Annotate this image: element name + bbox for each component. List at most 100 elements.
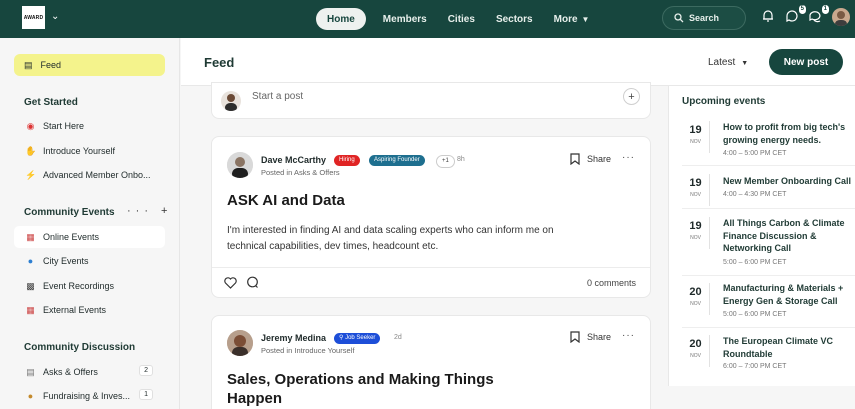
event-day: 19 bbox=[689, 177, 702, 189]
divider bbox=[682, 165, 855, 166]
sidebar-item-asks-offers[interactable]: ▤ Asks & Offers 2 bbox=[14, 361, 165, 383]
comment-icon[interactable] bbox=[246, 276, 259, 294]
event-title[interactable]: All Things Carbon & Climate Finance Disc… bbox=[723, 217, 855, 255]
post-title[interactable]: Sales, Operations and Making Things Happ… bbox=[227, 370, 494, 408]
sidebar-item-advanced-onboarding[interactable]: ⚡ Advanced Member Onbo... bbox=[14, 164, 165, 186]
money-bag-icon: ● bbox=[27, 391, 34, 401]
start-post-composer[interactable]: Start a post + bbox=[211, 82, 651, 119]
section-title-community-discussion: Community Discussion bbox=[24, 342, 136, 353]
feed-header: Feed Latest ▼ New post bbox=[181, 38, 855, 86]
plus-icon: + bbox=[628, 90, 635, 103]
nav-more[interactable]: More ▼ bbox=[545, 8, 599, 30]
event-title-line: Finance Discussion & bbox=[723, 230, 817, 241]
like-icon[interactable] bbox=[224, 276, 237, 294]
post-title-line: Sales, Operations and Making Things bbox=[227, 371, 494, 388]
posted-in[interactable]: Posted in Asks & Offers bbox=[261, 168, 340, 177]
post-title[interactable]: ASK AI and Data bbox=[227, 191, 345, 210]
sidebar-item-introduce-yourself[interactable]: ✋ Introduce Yourself bbox=[14, 140, 165, 162]
share-button[interactable]: Share bbox=[570, 153, 611, 165]
community-logo[interactable]: AWARD bbox=[22, 6, 45, 29]
event-date: 19 NOV bbox=[682, 121, 710, 153]
left-sidebar: ▤ Feed Get Started ◉ Start Here ✋ Introd… bbox=[0, 38, 180, 409]
posted-in[interactable]: Posted in Introduce Yourself bbox=[261, 346, 354, 355]
share-label: Share bbox=[587, 154, 612, 164]
event-day: 20 bbox=[689, 286, 702, 298]
event-title[interactable]: How to profit from big tech's growing en… bbox=[723, 121, 855, 146]
post-title-line: Happen bbox=[227, 390, 283, 407]
search-label: Search bbox=[689, 13, 720, 23]
nav-sectors[interactable]: Sectors bbox=[487, 8, 542, 30]
sidebar-item-city-events[interactable]: ● City Events bbox=[14, 250, 165, 272]
user-avatar[interactable] bbox=[832, 8, 850, 26]
author-avatar[interactable] bbox=[227, 330, 253, 356]
sidebar-item-external-events[interactable]: ▦ External Events bbox=[14, 299, 165, 321]
sidebar-item-label: External Events bbox=[43, 305, 107, 315]
sidebar-item-label: City Events bbox=[43, 256, 89, 266]
sidebar-item-label: Advanced Member Onbo... bbox=[43, 170, 151, 180]
sidebar-item-label: Asks & Offers bbox=[43, 367, 98, 377]
event-title-line: All Things Carbon & Climate bbox=[723, 218, 845, 228]
nav-cities[interactable]: Cities bbox=[439, 8, 484, 30]
divider bbox=[682, 327, 855, 328]
sidebar-item-label: Online Events bbox=[43, 232, 100, 242]
sidebar-item-start-here[interactable]: ◉ Start Here bbox=[14, 115, 165, 137]
search-button[interactable]: Search bbox=[662, 6, 746, 30]
bookmark-icon[interactable] bbox=[570, 331, 580, 343]
event-date: 19 NOV bbox=[682, 217, 710, 249]
chevron-down-icon: ▼ bbox=[741, 60, 749, 67]
target-icon: ◉ bbox=[26, 120, 35, 131]
event-title-line: The European Climate VC bbox=[723, 336, 834, 346]
event-time: 5:00 – 6:00 PM CET bbox=[723, 311, 787, 318]
nav-home[interactable]: Home bbox=[316, 8, 366, 30]
search-icon bbox=[674, 13, 684, 23]
chevron-down-icon: ▼ bbox=[581, 14, 590, 24]
bookmark-icon[interactable] bbox=[570, 153, 580, 165]
messages-badge: 1 bbox=[821, 5, 829, 14]
event-title[interactable]: New Member Onboarding Call bbox=[723, 175, 855, 188]
event-month: NOV bbox=[690, 353, 701, 359]
share-label: Share bbox=[587, 332, 612, 342]
share-button[interactable]: Share bbox=[570, 331, 611, 343]
event-month: NOV bbox=[690, 235, 701, 241]
messages-icon[interactable]: 1 bbox=[808, 5, 829, 25]
event-title-line: Roundtable bbox=[723, 348, 773, 359]
more-options-icon[interactable]: ··· bbox=[622, 152, 635, 163]
sidebar-item-feed[interactable]: ▤ Feed bbox=[14, 54, 165, 76]
event-title-line: New Member Onboarding Call bbox=[723, 176, 852, 186]
event-title-line: How to profit from big tech's bbox=[723, 122, 846, 132]
author-avatar[interactable] bbox=[227, 152, 253, 178]
author-name[interactable]: Dave McCarthy bbox=[261, 155, 326, 165]
bell-icon[interactable] bbox=[761, 9, 777, 25]
sidebar-item-online-events[interactable]: ▦ Online Events bbox=[14, 226, 165, 248]
lightning-icon: ⚡ bbox=[25, 169, 37, 180]
section-actions[interactable]: ··· + bbox=[127, 205, 172, 217]
more-options-icon[interactable]: ··· bbox=[622, 330, 635, 341]
sidebar-item-label: Introduce Yourself bbox=[43, 146, 116, 156]
event-title[interactable]: The European Climate VC Roundtable bbox=[723, 335, 855, 360]
sidebar-item-label: Feed bbox=[40, 60, 62, 70]
add-attachment-button[interactable]: + bbox=[623, 88, 640, 105]
top-bar: AWARD ⌄ Home Members Cities Sectors More… bbox=[0, 0, 855, 38]
tag-more[interactable]: +1 bbox=[436, 155, 455, 168]
event-time: 4:00 – 4:30 PM CET bbox=[723, 191, 787, 198]
event-title-line: Networking Call bbox=[723, 243, 792, 253]
start-post-placeholder[interactable]: Start a post bbox=[252, 91, 303, 102]
sidebar-item-event-recordings[interactable]: ▩ Event Recordings bbox=[14, 275, 165, 297]
event-date: 19 NOV bbox=[682, 174, 710, 206]
sidebar-item-fundraising[interactable]: ● Fundraising & Inves... 1 bbox=[14, 385, 165, 407]
chat-icon[interactable]: 5 bbox=[785, 5, 806, 25]
event-day: 19 bbox=[689, 220, 702, 232]
sort-dropdown[interactable]: Latest ▼ bbox=[708, 57, 748, 68]
event-title[interactable]: Manufacturing & Materials + Energy Gen &… bbox=[723, 282, 855, 307]
event-day: 20 bbox=[689, 338, 702, 350]
author-name[interactable]: Jeremy Medina bbox=[261, 333, 326, 343]
comments-count[interactable]: 0 comments bbox=[587, 278, 636, 288]
chevron-down-icon[interactable]: ⌄ bbox=[51, 11, 59, 22]
new-post-button[interactable]: New post bbox=[769, 49, 843, 75]
nav-members[interactable]: Members bbox=[374, 8, 436, 30]
nav-more-label: More bbox=[553, 13, 578, 25]
tag-label: Job Seeker bbox=[345, 335, 376, 341]
sidebar-item-label: Fundraising & Inves... bbox=[43, 391, 131, 401]
post-body-line: I'm interested in finding AI and data sc… bbox=[227, 225, 554, 236]
event-date: 20 NOV bbox=[682, 283, 710, 315]
